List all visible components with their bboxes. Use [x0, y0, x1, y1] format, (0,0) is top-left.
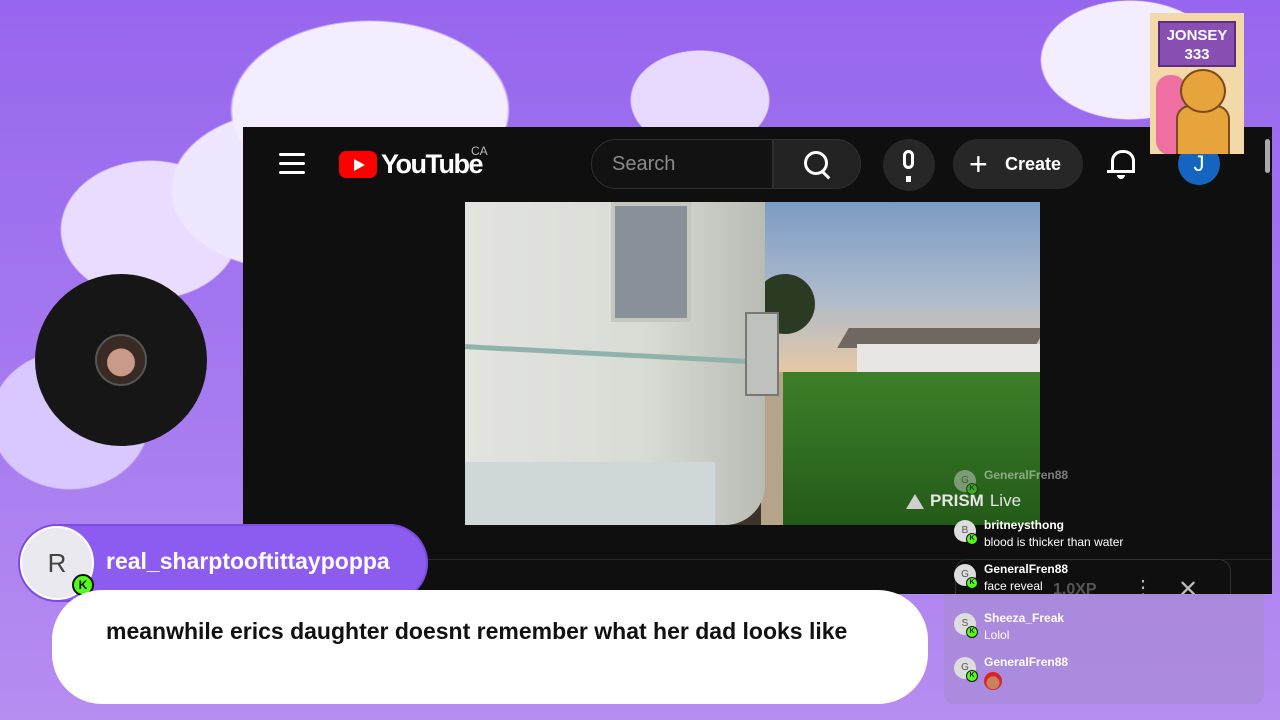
featured-username: real_sharptooftittaypoppa: [106, 548, 390, 574]
giraffe-head: [1180, 69, 1226, 113]
chat-message: G K GeneralFren88: [954, 655, 1254, 695]
search-button[interactable]: [773, 139, 861, 189]
prism-logo-icon: [906, 493, 924, 509]
kick-badge-icon: K: [966, 533, 978, 545]
chat-username: GeneralFren88: [984, 468, 1069, 482]
youtube-logo-text: YouTube: [381, 149, 483, 179]
create-label: Create: [1005, 154, 1062, 174]
chat-text: Lolol: [984, 628, 1010, 642]
chat-username: Sheeza_Freak: [984, 611, 1065, 625]
chat-text: face reveal: [984, 579, 1043, 593]
youtube-play-icon: [339, 151, 377, 178]
chat-message: S K Sheeza_Freak Lolol: [954, 611, 1254, 651]
streamer-face: [95, 334, 147, 386]
sticker-line-1: JONSEY: [1166, 27, 1228, 44]
emote-icon: [984, 672, 1002, 690]
video-rv: [465, 202, 779, 525]
create-button[interactable]: + Create: [953, 139, 1083, 189]
chat-username: GeneralFren88: [984, 655, 1069, 669]
giraffe-sticker: JONSEY 333: [1150, 13, 1244, 154]
search-icon: [804, 151, 828, 175]
youtube-logo[interactable]: YouTube: [339, 149, 483, 180]
youtube-top-bar: YouTube CA Search + Create J: [243, 127, 1272, 202]
scrollbar-thumb[interactable]: [1265, 139, 1270, 173]
sticker-line-2: 333: [1184, 46, 1210, 63]
country-code: CA: [471, 144, 488, 158]
chat-message: G K GeneralFren88 face reveal: [954, 562, 1254, 602]
plus-icon: +: [969, 146, 988, 182]
voice-search-button[interactable]: [883, 139, 935, 191]
menu-icon[interactable]: [279, 153, 305, 175]
chat-message: G K GeneralFren88: [954, 468, 1254, 508]
live-chat-panel: G K GeneralFren88 B K britneysthong bloo…: [944, 460, 1264, 704]
chat-username: britneysthong: [984, 518, 1064, 532]
kick-badge-icon: K: [966, 670, 978, 682]
chat-message: B K britneysthong blood is thicker than …: [954, 518, 1254, 558]
sticker-sign: JONSEY 333: [1158, 21, 1236, 67]
kick-badge-icon: K: [966, 626, 978, 638]
chat-username: GeneralFren88: [984, 562, 1069, 576]
kick-badge-icon: K: [966, 483, 978, 495]
search-input[interactable]: Search: [591, 139, 773, 189]
streamer-webcam: [35, 274, 207, 446]
bell-icon[interactable]: [1107, 147, 1135, 181]
chat-text: blood is thicker than water: [984, 535, 1124, 549]
kick-badge-icon: K: [966, 577, 978, 589]
featured-message-text: meanwhile erics daughter doesnt remember…: [52, 590, 928, 704]
mic-icon: [903, 150, 914, 182]
